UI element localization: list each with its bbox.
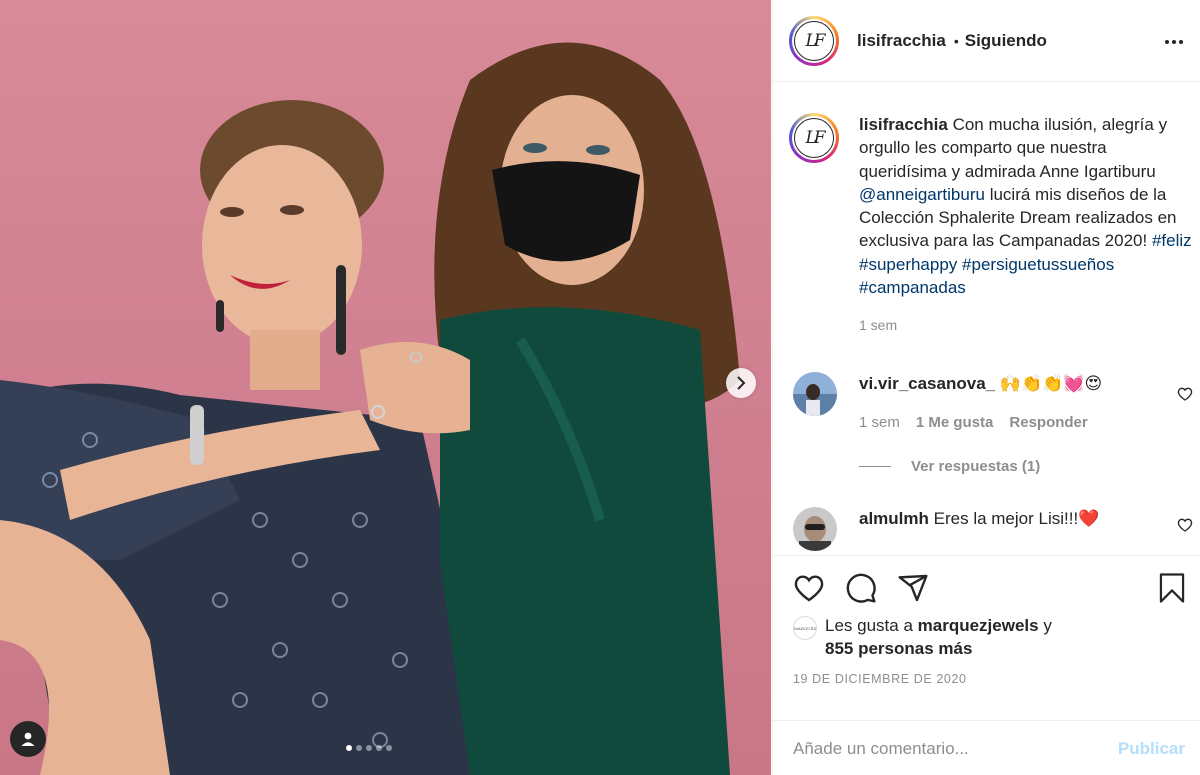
comments-section[interactable]: LF lisifracchia Con mucha ilusión, alegr… bbox=[773, 83, 1200, 555]
author-logo: LF bbox=[794, 20, 834, 61]
chevron-right-icon bbox=[737, 376, 746, 390]
caption-text: lisifracchia Con mucha ilusión, alegría … bbox=[859, 113, 1199, 299]
commenter-avatar[interactable] bbox=[793, 372, 837, 416]
post-caption: LF lisifracchia Con mucha ilusión, alegr… bbox=[773, 83, 1200, 333]
add-comment-bar: Publicar bbox=[773, 720, 1200, 775]
comment-icon[interactable] bbox=[845, 572, 877, 604]
liker-avatar[interactable]: MARQUEZ bbox=[793, 616, 817, 640]
post-photo[interactable] bbox=[0, 0, 771, 775]
user-icon bbox=[21, 732, 35, 746]
hashtag[interactable]: #campanadas bbox=[859, 278, 966, 297]
caption-author-logo: LF bbox=[794, 118, 834, 158]
comment-text: Eres la mejor Lisi!!!❤️ bbox=[933, 509, 1100, 528]
post-header: LF lisifracchia • Siguiendo bbox=[773, 0, 1200, 82]
likes-prefix: Les gusta a bbox=[825, 616, 913, 635]
author-username[interactable]: lisifracchia bbox=[857, 31, 946, 51]
comment-text-wrap: almulmh Eres la mejor Lisi!!!❤️ bbox=[859, 509, 1159, 529]
more-options-icon[interactable] bbox=[1164, 30, 1184, 54]
comment-reply-button[interactable]: Responder bbox=[1009, 414, 1087, 431]
commenter-username[interactable]: almulmh bbox=[859, 509, 929, 528]
comment-text: 🙌👏👏💓😍 bbox=[999, 374, 1103, 393]
carousel-dot bbox=[386, 745, 392, 751]
carousel-indicator bbox=[346, 745, 392, 751]
likes-others[interactable]: 855 personas más bbox=[825, 639, 972, 658]
comment-meta: 1 sem 1 Me gusta Responder bbox=[859, 414, 1088, 431]
likes-conj: y bbox=[1043, 616, 1052, 635]
carousel-dot bbox=[346, 745, 352, 751]
likes-summary: MARQUEZ Les gusta a marquezjewels y 855 … bbox=[793, 614, 1052, 660]
carousel-dot bbox=[366, 745, 372, 751]
post-detail-panel: LF lisifracchia • Siguiendo LF lisifracc… bbox=[772, 0, 1200, 775]
hashtag[interactable]: #persiguetussueños bbox=[962, 255, 1114, 274]
commenter-username[interactable]: vi.vir_casanova_ bbox=[859, 374, 995, 393]
caption-time[interactable]: 1 sem bbox=[859, 317, 1199, 333]
carousel-dot bbox=[356, 745, 362, 751]
heart-icon[interactable] bbox=[793, 572, 825, 604]
carousel-dot bbox=[376, 745, 382, 751]
comment-likes[interactable]: 1 Me gusta bbox=[916, 414, 994, 431]
liker-username[interactable]: marquezjewels bbox=[918, 616, 1039, 635]
following-button[interactable]: Siguiendo bbox=[965, 31, 1047, 51]
comment-item: almulmh Eres la mejor Lisi!!!❤️ bbox=[793, 507, 1193, 555]
bookmark-icon[interactable] bbox=[1157, 572, 1187, 604]
caption-author-avatar[interactable]: LF bbox=[789, 113, 839, 163]
next-slide-button[interactable] bbox=[726, 368, 756, 398]
comment-text-wrap: vi.vir_casanova_ 🙌👏👏💓😍 bbox=[859, 374, 1159, 394]
comment-input[interactable] bbox=[793, 738, 1118, 759]
commenter-avatar[interactable] bbox=[793, 507, 837, 551]
post-actions: MARQUEZ Les gusta a marquezjewels y 855 … bbox=[773, 555, 1200, 775]
post-date[interactable]: 19 DE DICIEMBRE DE 2020 bbox=[793, 672, 967, 686]
view-replies-button[interactable]: Ver respuestas (1) bbox=[859, 458, 1040, 475]
tagged-users-button[interactable] bbox=[10, 721, 46, 757]
publish-button[interactable]: Publicar bbox=[1118, 739, 1185, 759]
caption-username[interactable]: lisifracchia bbox=[859, 115, 948, 134]
replies-line bbox=[859, 466, 891, 467]
comment-time[interactable]: 1 sem bbox=[859, 414, 900, 431]
hashtag[interactable]: #feliz bbox=[1152, 231, 1192, 250]
header-separator: • bbox=[953, 32, 959, 49]
hashtag[interactable]: #superhappy bbox=[859, 255, 957, 274]
likes-text: Les gusta a marquezjewels y 855 personas… bbox=[825, 614, 1052, 660]
photo-scene bbox=[0, 42, 740, 775]
caption-mention[interactable]: @anneigartiburu bbox=[859, 185, 985, 204]
like-comment-heart-icon[interactable] bbox=[1177, 517, 1193, 533]
author-avatar[interactable]: LF bbox=[789, 15, 839, 66]
like-comment-heart-icon[interactable] bbox=[1177, 386, 1193, 402]
share-icon[interactable] bbox=[897, 572, 929, 604]
view-replies-label: Ver respuestas (1) bbox=[911, 458, 1041, 475]
